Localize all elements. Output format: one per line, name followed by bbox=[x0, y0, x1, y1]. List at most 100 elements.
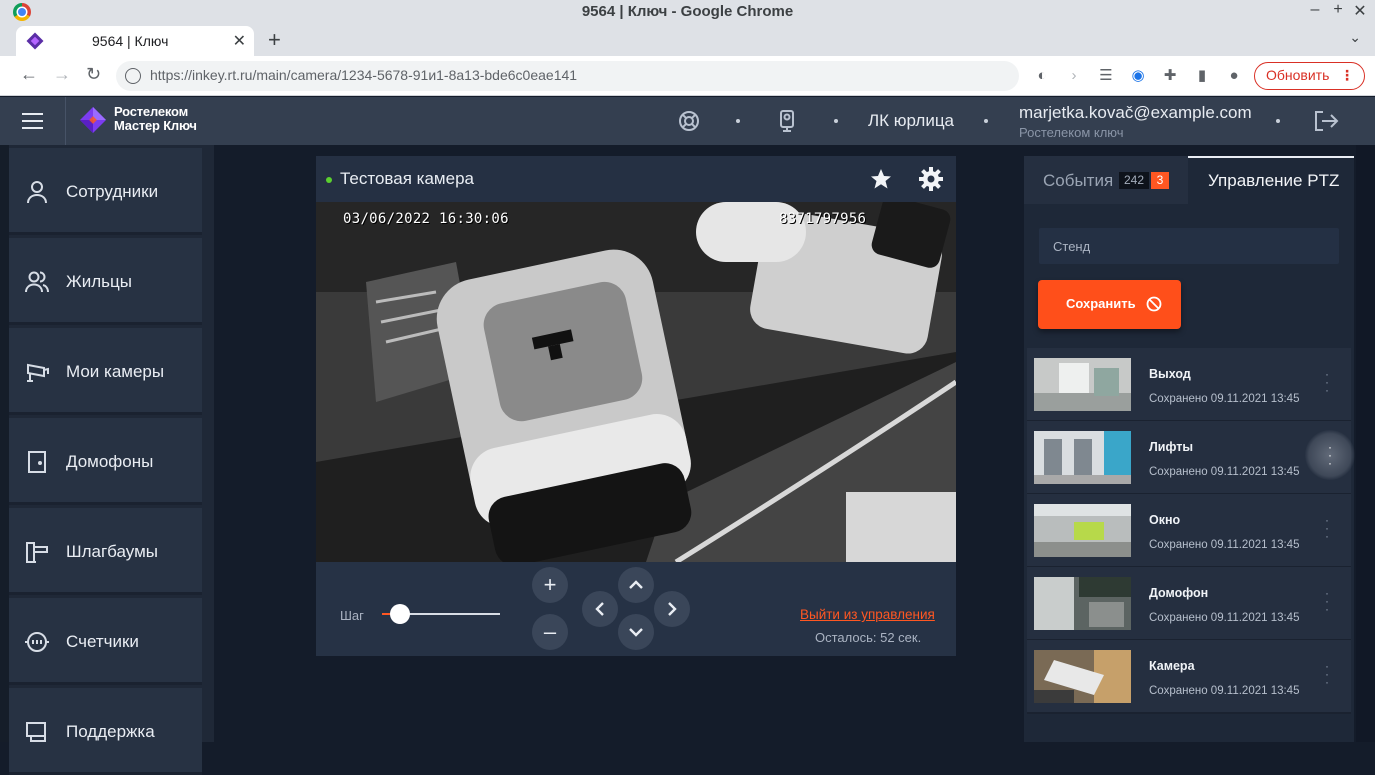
preset-saved-date: Сохранено 09.11.2021 13:45 bbox=[1149, 685, 1300, 697]
logo-line-1: Ростелеком bbox=[114, 104, 188, 119]
translate-icon[interactable]: ◉ bbox=[1128, 66, 1148, 86]
update-button[interactable]: Обновить ⋮ bbox=[1254, 62, 1365, 90]
tab-events-label: События bbox=[1043, 171, 1114, 190]
kebab-menu-icon[interactable]: · · · bbox=[1320, 660, 1334, 692]
sidebar-item-intercoms[interactable]: Домофоны bbox=[9, 418, 202, 505]
intercom-icon[interactable] bbox=[775, 109, 799, 133]
pan-down-button[interactable] bbox=[618, 614, 654, 650]
preset-item[interactable]: Лифты Сохранено 09.11.2021 13:45 · · · bbox=[1027, 421, 1355, 495]
zoom-out-button[interactable]: – bbox=[532, 614, 568, 650]
browser-tab[interactable]: 9564 | Ключ ✕ bbox=[16, 26, 254, 56]
preset-saved-date: Сохранено 09.11.2021 13:45 bbox=[1149, 393, 1300, 405]
site-info-icon[interactable] bbox=[125, 68, 141, 84]
preset-item[interactable]: Камера Сохранено 09.11.2021 13:45 · · · bbox=[1027, 640, 1351, 714]
save-label: Сохранить bbox=[1066, 296, 1136, 311]
reload-icon[interactable]: ↻ bbox=[86, 64, 101, 85]
camera-header: Тестовая камера bbox=[316, 156, 956, 202]
pan-up-button[interactable] bbox=[618, 567, 654, 603]
account-role[interactable]: ЛК юрлица bbox=[868, 111, 954, 131]
tab-events[interactable]: События 242 3 bbox=[1024, 156, 1188, 204]
preset-name: Окно bbox=[1149, 513, 1181, 527]
preset-name: Лифты bbox=[1149, 440, 1194, 454]
chevron-up-icon bbox=[629, 580, 643, 589]
side-panel-icon[interactable]: ▮ bbox=[1192, 66, 1212, 86]
sidebar-item-employees[interactable]: Сотрудники bbox=[9, 148, 202, 235]
preset-saved-date: Сохранено 09.11.2021 13:45 bbox=[1149, 466, 1300, 478]
sidebar-item-meters[interactable]: Счетчики bbox=[9, 598, 202, 685]
menu-burger-icon[interactable] bbox=[22, 113, 43, 129]
forward-icon[interactable]: → bbox=[53, 64, 71, 85]
exit-control-link[interactable]: Выйти из управления bbox=[800, 607, 935, 622]
preset-name-input[interactable] bbox=[1039, 228, 1339, 264]
logout-icon[interactable] bbox=[1313, 109, 1339, 133]
preset-saved-date: Сохранено 09.11.2021 13:45 bbox=[1149, 539, 1300, 551]
door-icon bbox=[28, 451, 46, 473]
tab-close-icon[interactable]: ✕ bbox=[233, 31, 246, 51]
chevron-right-icon[interactable]: › bbox=[1064, 66, 1084, 86]
preset-saved-date: Сохранено 09.11.2021 13:45 bbox=[1149, 612, 1300, 624]
kebab-menu-icon[interactable]: · · · bbox=[1320, 587, 1334, 619]
people-icon bbox=[25, 271, 49, 293]
preset-thumbnail bbox=[1034, 650, 1131, 703]
pan-left-button[interactable] bbox=[582, 591, 618, 627]
slider-thumb[interactable] bbox=[390, 604, 410, 624]
favorite-star-icon[interactable] bbox=[869, 167, 893, 191]
pan-right-button[interactable] bbox=[654, 591, 690, 627]
browser-toolbar: ← → ↻ https://inkey.rt.ru/main/camera/12… bbox=[0, 56, 1375, 96]
zoom-in-button[interactable]: + bbox=[532, 567, 568, 603]
maximize-icon[interactable]: + bbox=[1328, 1, 1348, 19]
preset-item[interactable]: Окно Сохранено 09.11.2021 13:45 · · · bbox=[1027, 494, 1351, 568]
address-bar[interactable]: https://inkey.rt.ru/main/camera/1234-567… bbox=[116, 61, 1019, 91]
kebab-menu-icon[interactable]: · · · bbox=[1320, 514, 1334, 546]
chevron-left-icon bbox=[595, 602, 604, 616]
save-preset-button[interactable]: Сохранить bbox=[1038, 280, 1181, 329]
sidebar-item-label: Жильцы bbox=[66, 272, 132, 291]
ban-icon bbox=[1146, 296, 1162, 312]
preset-thumbnail bbox=[1034, 358, 1131, 411]
preset-item[interactable]: Домофон Сохранено 09.11.2021 13:45 · · · bbox=[1027, 567, 1351, 641]
new-tab-icon[interactable]: + bbox=[268, 27, 281, 53]
more-menu-icon[interactable]: ⋮ bbox=[1340, 63, 1354, 88]
header-dot-separator bbox=[736, 119, 740, 123]
step-slider[interactable] bbox=[382, 604, 502, 624]
rostelecom-logo-icon[interactable] bbox=[79, 106, 107, 134]
preset-item[interactable]: Выход Сохранено 09.11.2021 13:45 · · · bbox=[1027, 348, 1351, 422]
kebab-menu-icon[interactable]: · · · bbox=[1305, 430, 1355, 480]
sidebar-item-residents[interactable]: Жильцы bbox=[9, 238, 202, 325]
site-favicon-icon bbox=[26, 32, 44, 50]
camera-video-feed[interactable]: 03/06/2022 16:30:06 8371797956 bbox=[316, 202, 956, 562]
page-scrollbar[interactable] bbox=[1356, 145, 1375, 742]
update-label: Обновить bbox=[1266, 67, 1330, 83]
reading-list-icon[interactable]: ☰ bbox=[1096, 66, 1116, 86]
barrier-icon bbox=[26, 542, 48, 563]
profile-avatar-icon[interactable]: ● bbox=[1224, 66, 1244, 86]
user-email[interactable]: marjetka.kovač@example.com bbox=[1019, 103, 1252, 123]
puzzle-icon[interactable]: ✚ bbox=[1160, 66, 1180, 86]
sidebar-item-barriers[interactable]: Шлагбаумы bbox=[9, 508, 202, 595]
close-window-icon[interactable]: ✕ bbox=[1350, 1, 1370, 21]
settings-gear-icon[interactable] bbox=[918, 166, 944, 192]
sidebar-item-label: Домофоны bbox=[66, 452, 154, 471]
back-icon[interactable]: ← bbox=[20, 64, 38, 85]
sidebar-item-my-cameras[interactable]: Мои камеры bbox=[9, 328, 202, 415]
tab-ptz-label: Управление PTZ bbox=[1208, 171, 1340, 190]
preset-name: Камера bbox=[1149, 659, 1195, 673]
camera-title: Тестовая камера bbox=[340, 169, 474, 188]
minimize-icon[interactable]: – bbox=[1305, 1, 1325, 19]
sidebar-edge bbox=[0, 145, 9, 742]
sidebar-item-support[interactable]: Поддержка bbox=[9, 688, 202, 775]
video-frame-image bbox=[316, 202, 956, 562]
url-text[interactable]: https://inkey.rt.ru/main/camera/1234-567… bbox=[150, 67, 577, 83]
lifebuoy-icon[interactable] bbox=[677, 109, 701, 133]
tab-ptz-control[interactable]: Управление PTZ bbox=[1188, 156, 1354, 204]
tab-search-chevron-icon[interactable]: ⌄ bbox=[1349, 29, 1361, 46]
logo-text[interactable]: Ростелеком Мастер Ключ bbox=[114, 105, 197, 133]
extension-icon[interactable]: ◐ bbox=[1032, 66, 1052, 86]
user-company: Ростелеком ключ bbox=[1019, 125, 1124, 140]
preset-thumbnail bbox=[1034, 431, 1131, 484]
kebab-menu-icon[interactable]: · · · bbox=[1320, 368, 1334, 400]
live-indicator bbox=[326, 177, 332, 183]
preset-thumbnail bbox=[1034, 504, 1131, 557]
video-osd-datetime: 03/06/2022 16:30:06 bbox=[343, 211, 509, 227]
camera-panel: Тестовая камера 03/06/2022 16:30:06 8371… bbox=[316, 156, 956, 656]
